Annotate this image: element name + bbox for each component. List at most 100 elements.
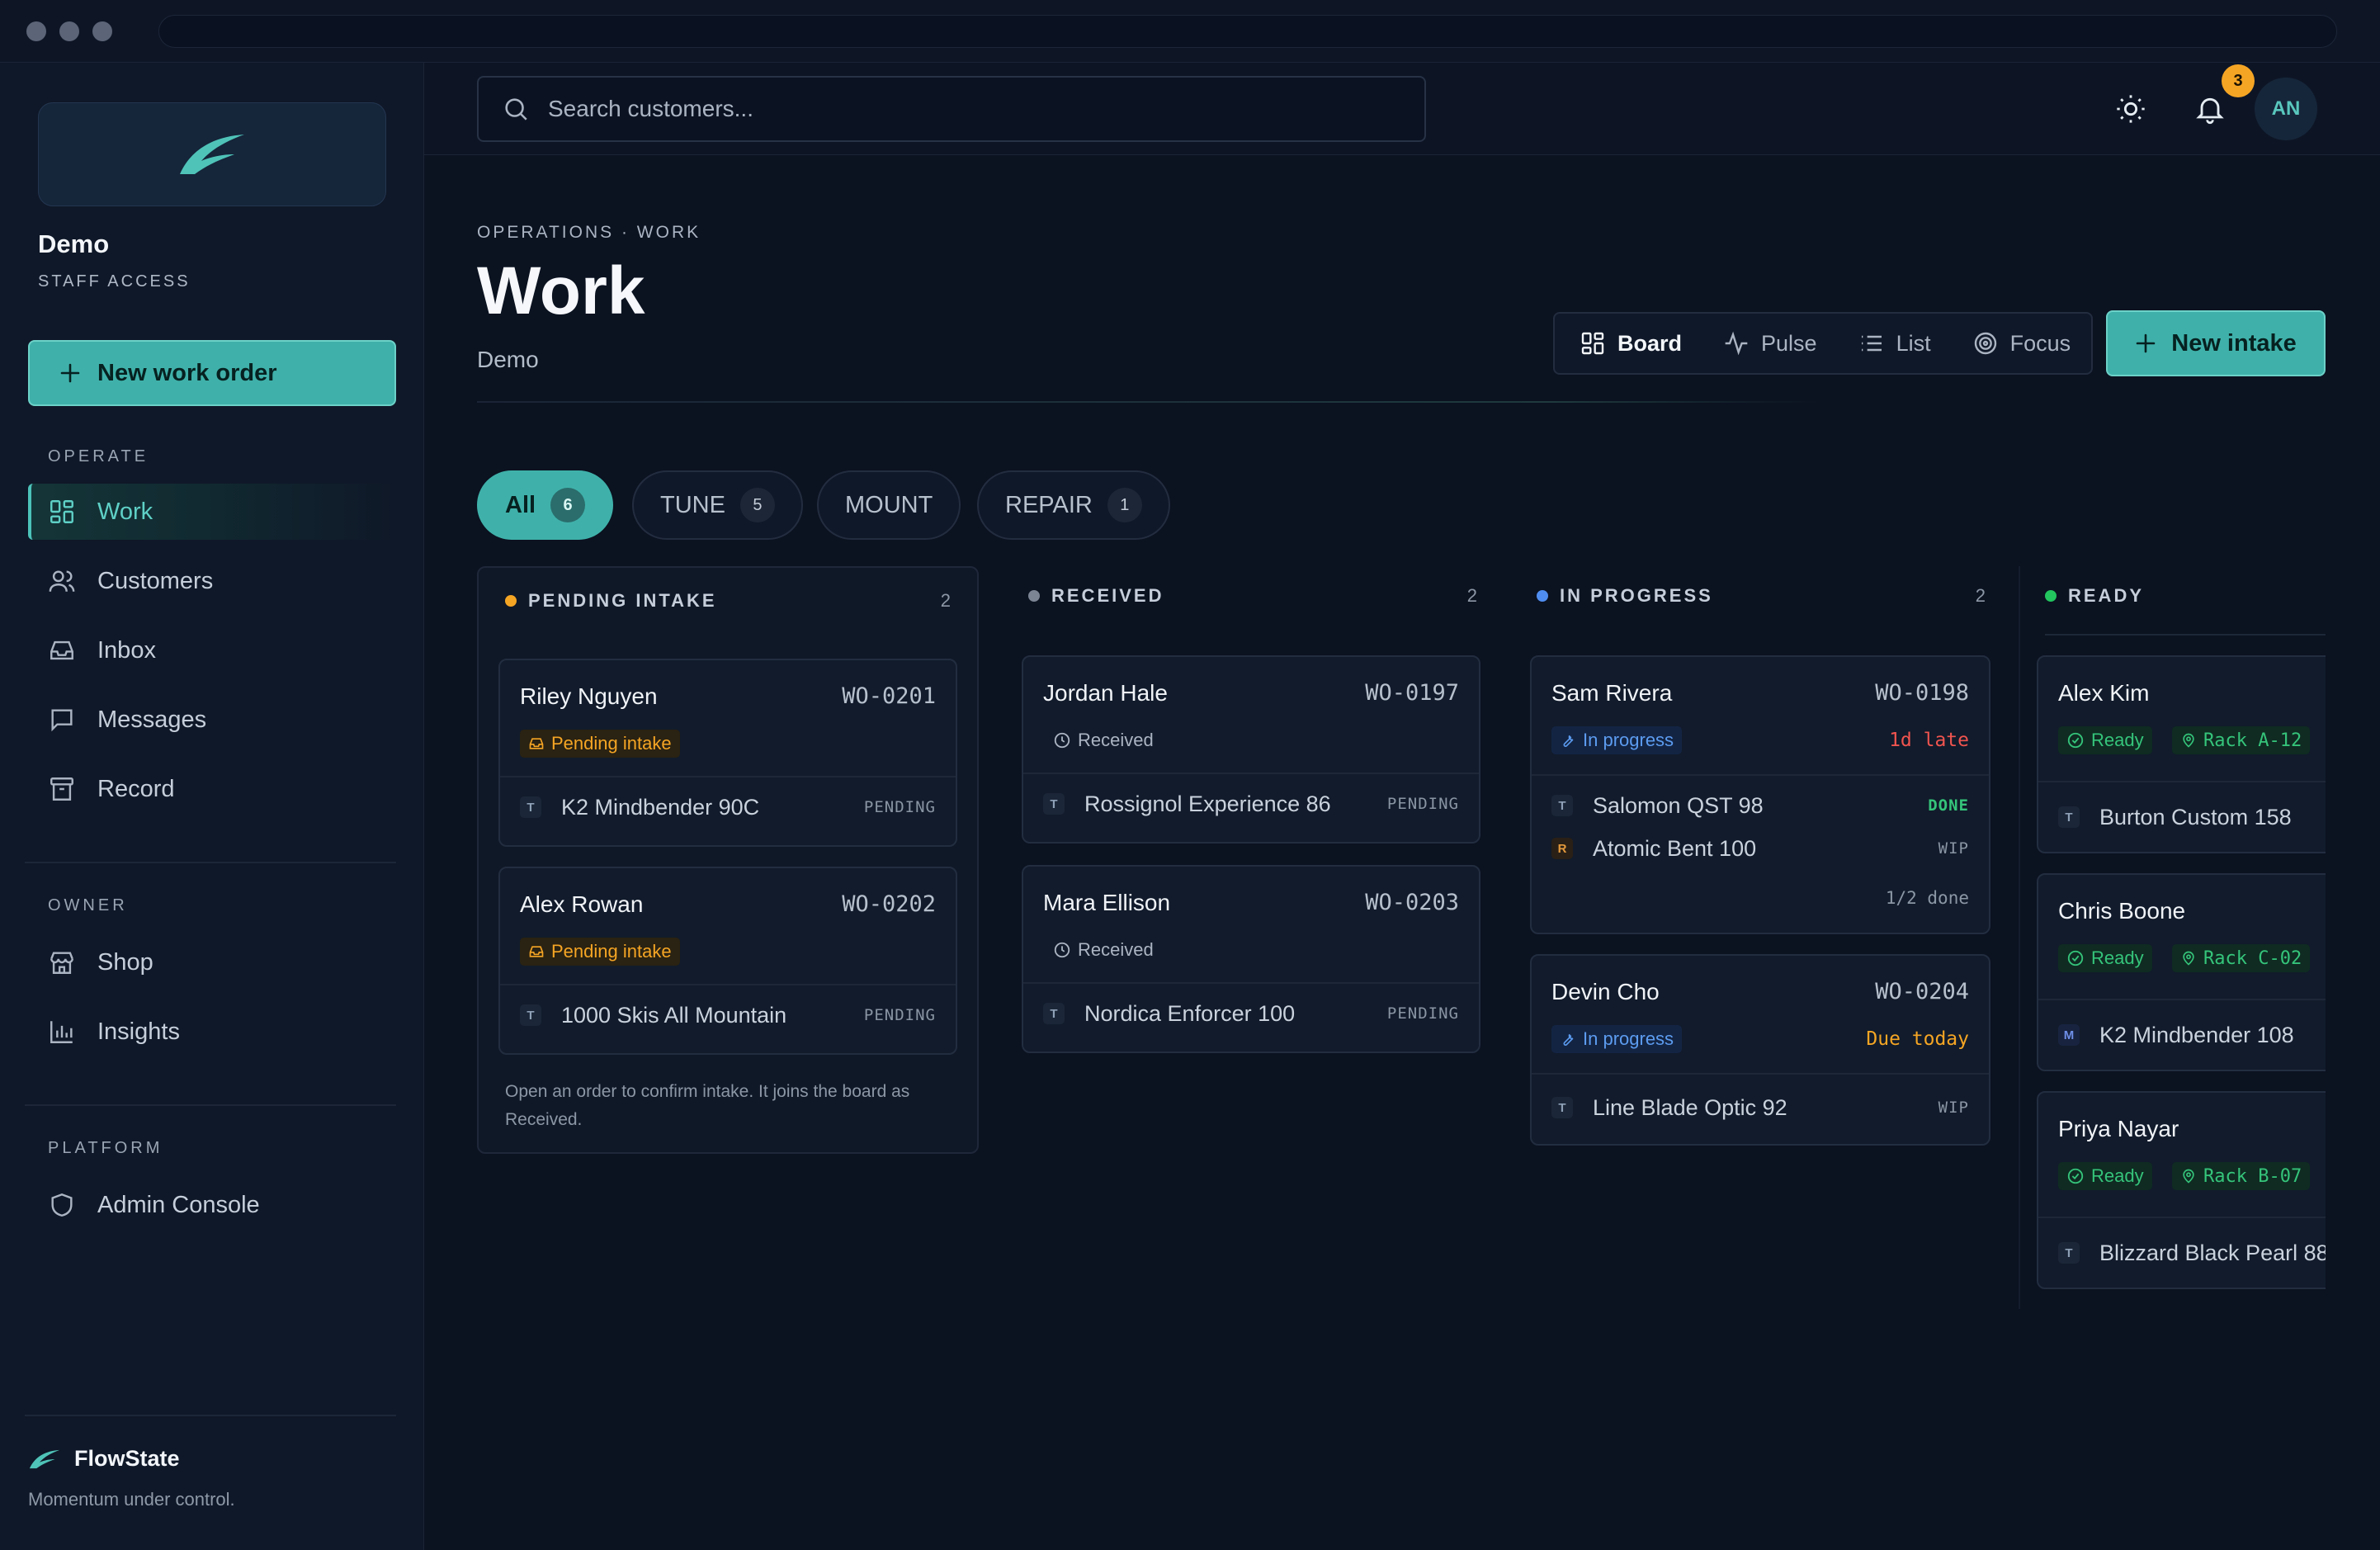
window-minimize-dot[interactable] (59, 21, 79, 41)
customer-name: Priya Nayar (2058, 1116, 2179, 1141)
column-help-text: Open an order to confirm intake. It join… (505, 1082, 910, 1129)
window-maximize-dot[interactable] (92, 21, 112, 41)
work-order-id: WO-0203 (1365, 890, 1459, 915)
sidebar-item-record[interactable]: Record (28, 761, 396, 817)
sidebar-item-label: Admin Console (97, 1191, 260, 1218)
ski-name: K2 Mindbender 108 (2099, 1022, 2294, 1047)
item-state: PENDING (863, 798, 936, 816)
list-item: M K2 Mindbender 108 (2058, 1018, 2326, 1051)
location-pin-icon (2183, 733, 2194, 748)
new-intake-button[interactable]: New intake (2106, 310, 2326, 376)
item-state: PENDING (863, 1006, 936, 1024)
customer-name: Riley Nguyen (520, 683, 658, 709)
ski-name: Blizzard Black Pearl 88 (2099, 1240, 2326, 1265)
service-tag: T (1043, 793, 1065, 815)
top-bar: 3 AN (424, 63, 2380, 155)
work-order-id: WO-0201 (842, 683, 936, 709)
notification-count-badge: 3 (2222, 64, 2255, 97)
archive-icon (50, 777, 73, 801)
list-item: T Rossignol Experience 86 PENDING (1043, 787, 1459, 820)
work-order-card[interactable]: Jordan Hale WO-0197 Received T Rossignol… (1022, 655, 1480, 844)
card-divider (500, 984, 956, 985)
view-board[interactable]: Board (1580, 330, 1682, 357)
sidebar-item-label: Messages (97, 706, 207, 733)
item-state: WIP (1938, 1099, 1969, 1117)
status-text: In progress (1583, 730, 1674, 750)
status-badge: Pending intake (520, 730, 680, 758)
theme-toggle-button[interactable] (2109, 87, 2152, 130)
list-item: T Salomon QST 98 DONE (1551, 789, 1969, 822)
inbox-icon (529, 738, 544, 749)
work-order-card[interactable]: Chris Boone Ready Rack C-02 M K2 Mindben… (2037, 873, 2326, 1071)
view-label: Board (1617, 330, 1683, 356)
work-order-card[interactable]: Mara Ellison WO-0203 Received T Nordica … (1022, 865, 1480, 1053)
status-text: Ready (2091, 1165, 2144, 1186)
search-box[interactable] (477, 76, 1426, 142)
sidebar-item-inbox[interactable]: Inbox (28, 622, 396, 678)
sidebar-item-customers[interactable]: Customers (28, 553, 396, 609)
window-chrome (0, 0, 2380, 63)
window-close-dot[interactable] (26, 21, 46, 41)
customer-name: Sam Rivera (1551, 680, 1673, 706)
notifications-button[interactable] (2189, 87, 2231, 130)
column-count: 2 (940, 590, 951, 611)
status-dot (1537, 590, 1548, 602)
column-count: 2 (1975, 585, 1986, 606)
work-order-card[interactable]: Sam Rivera WO-0198 In progress 1d late T… (1530, 655, 1990, 934)
sidebar-item-work[interactable]: Work (28, 484, 396, 540)
ski-name: Atomic Bent 100 (1593, 835, 1757, 861)
ski-name: Rossignol Experience 86 (1084, 791, 1331, 816)
status-badge: In progress (1551, 1025, 1683, 1053)
chip-count: 5 (739, 488, 775, 522)
work-order-card[interactable]: Alex Rowan WO-0202 Pending intake T 1000… (498, 867, 957, 1055)
filter-chip-repair[interactable]: REPAIR 1 (977, 470, 1170, 540)
sidebar-item-admin-console[interactable]: Admin Console (28, 1177, 396, 1233)
work-order-card[interactable]: Alex Kim Ready Rack A-12 T Burton Custom… (2037, 655, 2326, 853)
sidebar-divider (25, 1104, 396, 1106)
column-in-progress: IN PROGRESS 2 Sam Rivera WO-0198 In prog… (1510, 566, 2012, 1146)
view-focus[interactable]: Focus (1972, 330, 2071, 357)
new-work-order-button[interactable]: New work order (28, 340, 396, 406)
message-icon (51, 709, 73, 732)
filter-chip-mount[interactable]: MOUNT (817, 470, 961, 540)
rack-location-badge: Rack B-07 (2172, 1162, 2311, 1190)
address-bar[interactable] (158, 15, 2337, 48)
view-label: Pulse (1761, 330, 1817, 356)
status-badge: In progress (1551, 726, 1683, 754)
sidebar-item-insights[interactable]: Insights (28, 1004, 396, 1060)
list-item: T K2 Mindbender 90C PENDING (520, 791, 936, 824)
avatar[interactable]: AN (2255, 78, 2317, 140)
sidebar-item-messages[interactable]: Messages (28, 692, 396, 748)
filter-chip-all[interactable]: All 6 (477, 470, 614, 540)
sidebar-item-label: Record (97, 775, 175, 802)
sidebar-item-shop[interactable]: Shop (28, 934, 396, 990)
sun-icon (2117, 95, 2145, 123)
store-icon (50, 952, 73, 974)
customer-name: Alex Rowan (520, 891, 644, 917)
rack-location-badge: Rack C-02 (2172, 944, 2311, 972)
work-order-card[interactable]: Riley Nguyen WO-0201 Pending intake T K2… (498, 659, 957, 847)
flowstate-logo-icon (180, 135, 244, 174)
list-item: T 1000 Skis All Mountain PENDING (520, 999, 936, 1032)
rack-text: Rack A-12 (2203, 730, 2302, 751)
list-item: T Line Blade Optic 92 WIP (1551, 1091, 1969, 1124)
status-dot (2045, 590, 2057, 602)
work-order-id: WO-0198 (1875, 680, 1969, 706)
card-divider (1023, 773, 1479, 774)
search-input[interactable] (548, 96, 1373, 122)
chip-count: 1 (1107, 488, 1142, 522)
card-divider (1532, 1073, 1989, 1075)
filter-chip-tune[interactable]: TUNE 5 (632, 470, 803, 540)
new-intake-label: New intake (2171, 329, 2297, 357)
status-text: Ready (2091, 947, 2144, 968)
page-title: Work (477, 253, 645, 328)
work-order-card[interactable]: Priya Nayar Ready Rack B-07 T Blizzard B… (2037, 1091, 2326, 1289)
status-text: Received (1078, 939, 1154, 960)
clock-icon (1054, 942, 1070, 958)
column-header: READY (2020, 566, 2326, 629)
view-pulse[interactable]: Pulse (1723, 330, 1817, 357)
work-order-card[interactable]: Devin Cho WO-0204 In progress Due today … (1530, 954, 1990, 1146)
wrench-icon (1563, 735, 1574, 747)
status-badge: Pending intake (520, 938, 680, 966)
view-list[interactable]: List (1858, 330, 1931, 357)
